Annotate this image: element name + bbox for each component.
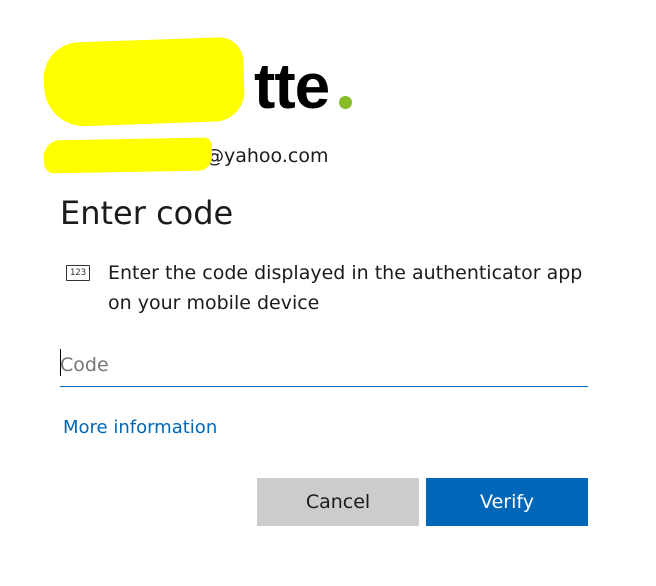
logo-text: tte xyxy=(254,50,330,122)
account-email-suffix: @yahoo.com xyxy=(205,145,329,167)
verify-button[interactable]: Verify xyxy=(426,478,588,526)
code-input[interactable] xyxy=(60,343,588,387)
logo-redaction-highlight xyxy=(42,36,246,128)
text-caret xyxy=(60,349,61,376)
email-redaction-highlight xyxy=(43,137,213,174)
code-icon: 123 xyxy=(66,265,90,281)
logo-dot xyxy=(339,96,352,109)
cancel-button[interactable]: Cancel xyxy=(257,478,419,526)
page-title: Enter code xyxy=(60,194,234,232)
more-information-link[interactable]: More information xyxy=(63,414,217,442)
company-logo: tte xyxy=(42,36,364,128)
instruction-text: Enter the code displayed in the authenti… xyxy=(108,262,583,314)
